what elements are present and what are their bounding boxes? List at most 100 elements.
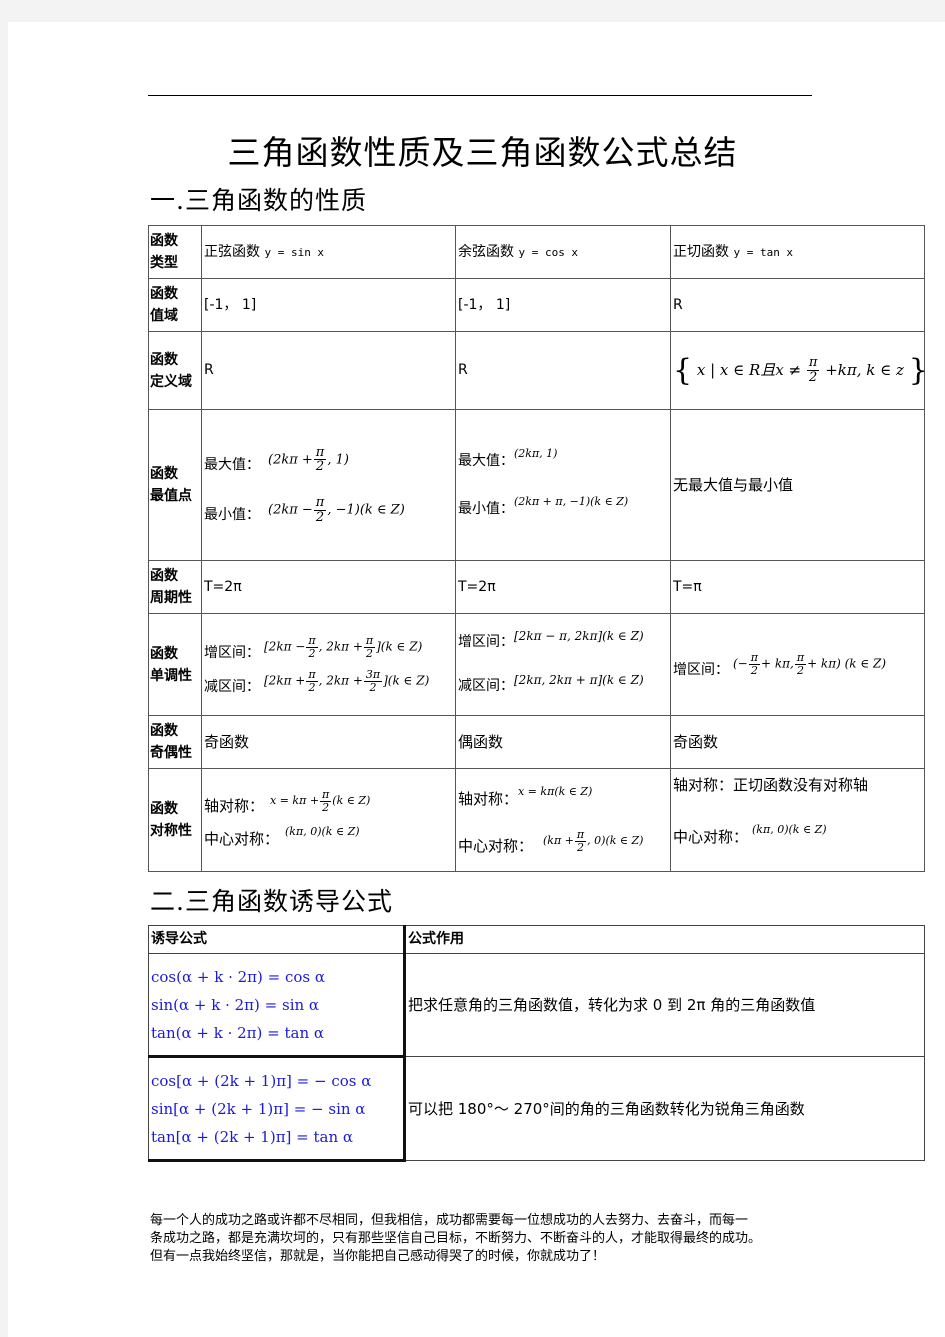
sin-dec-line: 减区间： [2kπ + π 2, 2kπ +3π 2](k ∈ Z) bbox=[204, 668, 453, 696]
row-header-domain: 函数 定义域 bbox=[148, 331, 202, 410]
footer-line: 每一个人的成功之路或许都不尽相同，但我相信，成功都需要每一位想成功的人去努力、去… bbox=[150, 1213, 749, 1228]
row-header-line: 最值点 bbox=[150, 488, 192, 504]
fraction: π2 bbox=[794, 652, 807, 677]
fraction: π2 bbox=[313, 495, 327, 525]
cell-tan-extrema: 无最大值与最小值 bbox=[670, 409, 925, 561]
cos-max-formula: (2kπ, 1) bbox=[514, 447, 558, 460]
formula-line: cos[α + (2k + 1)π] = − cos α bbox=[151, 1071, 372, 1090]
header-formula: 诱导公式 bbox=[148, 925, 406, 954]
formula-part: + kπ, bbox=[760, 657, 794, 671]
cos-axis-formula: x = kπ(k ∈ Z) bbox=[518, 785, 593, 798]
induction-row-half-period: cos[α + (2k + 1)π] = − cos α sin[α + (2k… bbox=[148, 1056, 925, 1162]
increase-label: 增区间： bbox=[204, 644, 260, 661]
cell-cos-type: 余弦函数 y = cos x bbox=[455, 225, 671, 279]
formula-part: (2kπ + bbox=[268, 452, 313, 468]
sin-min-line: 最小值： (2kπ − π 2, −1)(k ∈ Z) bbox=[204, 496, 453, 524]
row-header-line: 类型 bbox=[150, 255, 178, 271]
decrease-label: 减区间： bbox=[458, 678, 514, 695]
row-header-line: 函数 bbox=[150, 568, 178, 584]
left-brace: { bbox=[673, 352, 693, 388]
row-header-line: 值域 bbox=[150, 308, 178, 324]
cos-min-line: 最小值： (2kπ + π, −1)(k ∈ Z) bbox=[458, 495, 668, 523]
fraction: π2 bbox=[574, 827, 587, 854]
formula-part: x | x ∈ R且x ≠ bbox=[696, 360, 806, 379]
cell-cos-parity: 偶函数 bbox=[455, 715, 671, 769]
fraction-numerator: π bbox=[574, 827, 587, 842]
fraction-denominator: 2 bbox=[750, 664, 758, 677]
formula-line: tan[α + (2k + 1)π] = tan α bbox=[151, 1127, 354, 1146]
formula-part: [2kπ − bbox=[264, 640, 306, 654]
fraction-denominator: 2 bbox=[315, 459, 325, 475]
cos-center-formula: (kπ + π 2, 0)(k ∈ Z) bbox=[543, 829, 643, 853]
formula-cell: cos(α + k · 2π) = cos α sin(α + k · 2π) … bbox=[148, 953, 406, 1058]
row-header-line: 函数 bbox=[150, 801, 178, 817]
fraction: π2 bbox=[806, 355, 820, 384]
row-header-extrema: 函数 最值点 bbox=[148, 409, 202, 561]
cos-inc-line: 增区间： [2kπ − π, 2kπ](k ∈ Z) bbox=[458, 629, 668, 657]
table-row-period: 函数 周期性 T=2π T=2π T=π bbox=[148, 560, 925, 614]
cos-inc-formula: [2kπ − π, 2kπ](k ∈ Z) bbox=[514, 628, 644, 643]
sin-center-line: 中心对称： (kπ, 0)(k ∈ Z) bbox=[204, 825, 453, 853]
cell-sin-extrema: 最大值： (2kπ + π 2, 1) 最小值： (2kπ − π 2, −1)(k ∈… bbox=[201, 409, 456, 561]
sin-inc-formula: [2kπ − π 2, 2kπ + π 2](k ∈ Z) bbox=[264, 635, 422, 659]
max-label: 最大值： bbox=[204, 457, 260, 474]
min-label: 最小值： bbox=[458, 500, 514, 517]
fraction-numerator: π bbox=[313, 495, 327, 511]
section-1-title: 一.三角函数的性质 bbox=[150, 186, 367, 215]
cell-cos-extrema: 最大值： (2kπ, 1) 最小值： (2kπ + π, −1)(k ∈ Z) bbox=[455, 409, 671, 561]
cell-tan-type: 正切函数 y = tan x bbox=[670, 225, 925, 279]
cos-max-line: 最大值： (2kπ, 1) bbox=[458, 447, 668, 475]
cell-tan-monotonicity: 增区间： (− π 2 + kπ, π 2 + kπ) (k ∈ Z) bbox=[670, 613, 925, 716]
row-header-monotonicity: 函数 单调性 bbox=[148, 613, 202, 716]
sin-type-label: 正弦函数 bbox=[204, 243, 260, 260]
cell-tan-range: R bbox=[670, 278, 925, 332]
row-header-line: 函数 bbox=[150, 645, 178, 662]
increase-label: 增区间： bbox=[673, 661, 729, 678]
sin-min-formula: (2kπ − π 2, −1)(k ∈ Z) bbox=[268, 496, 405, 524]
fraction-numerator: π bbox=[806, 355, 820, 371]
formula-line: tan(α + k · 2π) = tan α bbox=[151, 1023, 324, 1042]
sin-max-line: 最大值： (2kπ + π 2, 1) bbox=[204, 446, 453, 474]
formula-part: (kπ + bbox=[543, 834, 574, 847]
table-row-range: 函数 值域 [-1， 1] [-1， 1] R bbox=[148, 278, 925, 332]
cell-tan-period: T=π bbox=[670, 560, 925, 614]
fraction-denominator: 2 bbox=[315, 509, 325, 525]
trig-properties-table: 函数 类型 正弦函数 y = sin x 余弦函数 y = cos x 正切函数… bbox=[148, 225, 928, 872]
induction-row-period: cos(α + k · 2π) = cos α sin(α + k · 2π) … bbox=[148, 953, 925, 1058]
row-header-parity: 函数 奇偶性 bbox=[148, 715, 202, 769]
cell-sin-parity: 奇函数 bbox=[201, 715, 456, 769]
cos-type-label: 余弦函数 bbox=[458, 243, 514, 260]
center-symmetry-label: 中心对称： bbox=[458, 837, 534, 855]
cell-cos-monotonicity: 增区间： [2kπ − π, 2kπ](k ∈ Z) 减区间： [2kπ, 2k… bbox=[455, 613, 671, 716]
fraction: 3π 2 bbox=[363, 669, 383, 693]
tan-axis-line: 轴对称： 正切函数没有对称轴 bbox=[673, 771, 922, 799]
sin-axis-line: 轴对称： x = kπ + π 2 (k ∈ Z) bbox=[204, 787, 453, 815]
formula-part: , 1) bbox=[327, 452, 349, 468]
cell-cos-symmetry: 轴对称： x = kπ(k ∈ Z) 中心对称： (kπ + π 2, 0)(k ∈… bbox=[455, 768, 671, 872]
document-title: 三角函数性质及三角函数公式总结 bbox=[227, 133, 738, 172]
sin-center-formula: (kπ, 0)(k ∈ Z) bbox=[285, 825, 360, 838]
sin-inc-line: 增区间： [2kπ − π 2, 2kπ + π 2](k ∈ Z) bbox=[204, 634, 453, 662]
axis-symmetry-label: 轴对称： bbox=[204, 797, 265, 815]
row-header-line: 函数 bbox=[150, 351, 178, 368]
decrease-label: 减区间： bbox=[204, 678, 260, 695]
formula-cell: cos[α + (2k + 1)π] = − cos α sin[α + (2k… bbox=[148, 1056, 406, 1162]
max-label: 最大值： bbox=[458, 452, 514, 469]
fraction-denominator: 2 bbox=[796, 664, 804, 677]
row-header-period: 函数 周期性 bbox=[148, 560, 202, 614]
fraction: π2 bbox=[748, 652, 760, 677]
formula-line: sin[α + (2k + 1)π] = − sin α bbox=[151, 1099, 366, 1118]
row-header-range: 函数 值域 bbox=[148, 278, 202, 332]
cos-min-formula: (2kπ + π, −1)(k ∈ Z) bbox=[514, 495, 629, 508]
cos-axis-line: 轴对称： x = kπ(k ∈ Z) bbox=[458, 785, 668, 813]
row-header-line: 函数 bbox=[150, 723, 178, 739]
fraction-denominator: 2 bbox=[308, 681, 316, 694]
right-brace: } bbox=[908, 352, 928, 388]
fraction-denominator: 2 bbox=[577, 840, 585, 854]
fraction-numerator: π bbox=[320, 787, 332, 802]
row-header-symmetry: 函数 对称性 bbox=[148, 768, 202, 872]
formula-part: x = kπ + bbox=[270, 794, 320, 807]
formula-part: ](k ∈ Z) bbox=[383, 674, 430, 688]
cell-sin-range: [-1， 1] bbox=[201, 278, 456, 332]
fraction-numerator: π bbox=[313, 444, 327, 461]
